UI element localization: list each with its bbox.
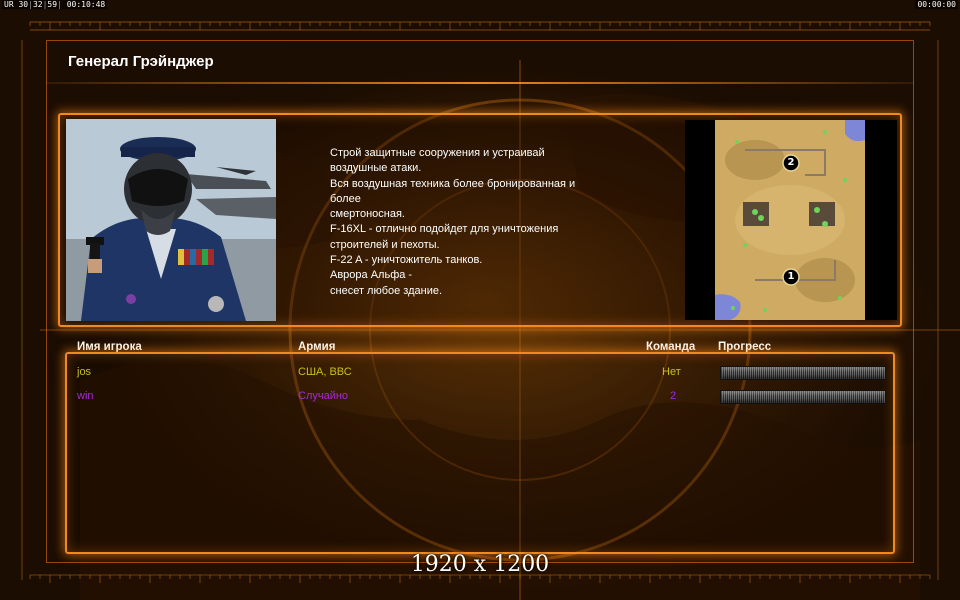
resolution-overlay: 1920 x 1200 <box>410 552 550 577</box>
minimap-terrain <box>685 120 897 320</box>
hud-stat-a: 30 <box>18 0 29 9</box>
title-divider <box>46 82 914 84</box>
player-name: win <box>77 390 94 402</box>
player-progress-bar <box>720 366 886 380</box>
player-team: 2 <box>670 390 677 402</box>
players-panel <box>65 352 895 554</box>
player-army: США, ВВС <box>298 366 352 378</box>
hud-elapsed-time: 00:10:48 <box>66 0 106 9</box>
player-progress-bar <box>720 390 886 404</box>
player-name: jos <box>77 366 92 378</box>
minimap: 2 1 <box>685 120 897 320</box>
start-position-label: 1 <box>787 271 795 282</box>
loading-screen: UR 30|32|59| 00:10:48 00:00:00 Генерал Г… <box>0 0 960 600</box>
general-title: Генерал Грэйнджер <box>68 53 214 70</box>
player-army: Случайно <box>298 390 349 402</box>
hud-stat-c: 59 <box>47 0 58 9</box>
hud-stats: UR 30|32|59| 00:10:48 <box>2 0 108 9</box>
hud-clock: 00:00:00 <box>915 0 958 9</box>
hud-bar: UR 30|32|59| 00:10:48 00:00:00 <box>0 0 960 10</box>
player-team: Нет <box>662 366 681 378</box>
briefing-text: Строй защитные сооружения и устраивай во… <box>330 147 576 297</box>
hud-prefix: UR <box>4 0 14 9</box>
start-position-label: 2 <box>787 157 795 168</box>
general-portrait-image <box>66 119 276 321</box>
hud-stat-b: 32 <box>32 0 43 9</box>
general-portrait <box>66 119 276 321</box>
